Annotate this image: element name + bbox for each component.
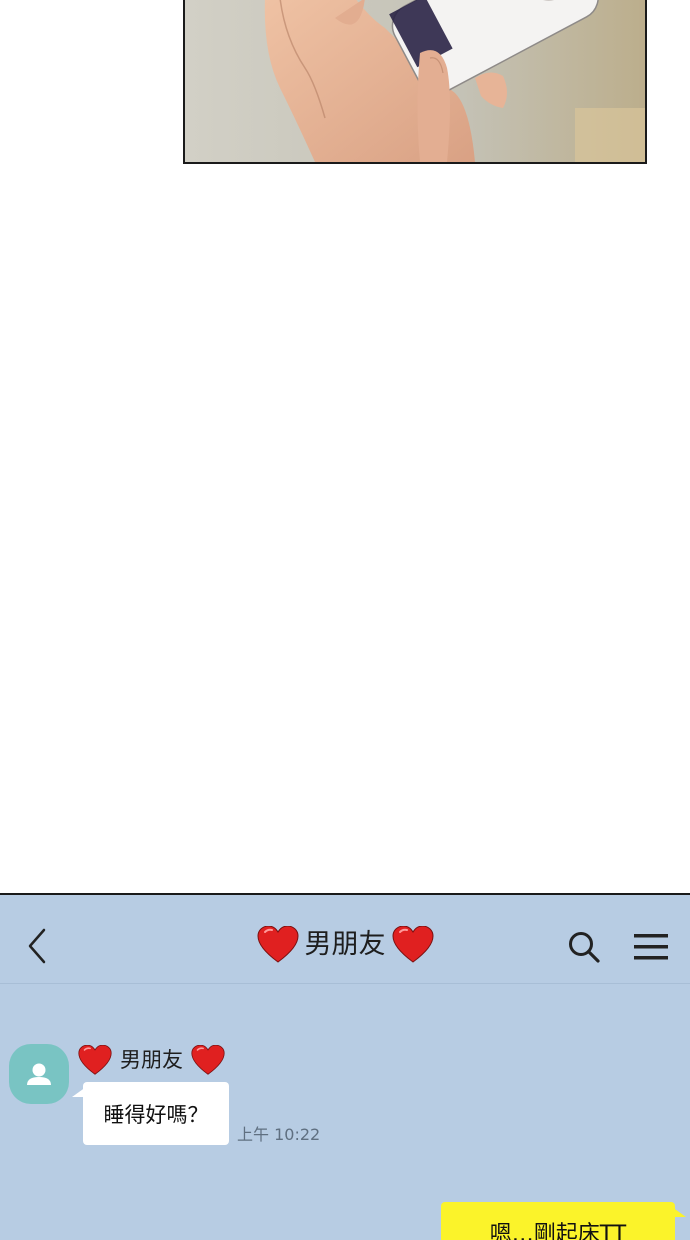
heart-icon <box>391 926 434 963</box>
heart-icon <box>191 1044 225 1075</box>
heart-icon <box>256 926 299 963</box>
search-icon[interactable] <box>566 929 602 965</box>
message-timestamp: 上午 10:22 <box>237 1125 321 1144</box>
comic-panel <box>183 0 647 164</box>
menu-icon[interactable] <box>632 931 670 963</box>
avatar[interactable] <box>9 1044 69 1104</box>
chat-header: 男朋友 <box>0 895 690 984</box>
chat-screen: 男朋友 男朋友 睡得好嗎？ 上午 10:22 嗯…剛起床TT <box>0 893 690 1240</box>
hand-holding-phone-illustration <box>185 0 645 162</box>
chat-title-text: 男朋友 <box>304 929 386 960</box>
comic-page: 男朋友 男朋友 睡得好嗎？ 上午 10:22 嗯…剛起床TT <box>0 0 690 1240</box>
outgoing-message-text: 嗯…剛起床TT <box>489 1222 627 1240</box>
outgoing-message-bubble[interactable]: 嗯…剛起床TT <box>441 1202 675 1240</box>
person-icon <box>27 1063 51 1085</box>
sender-name: 男朋友 <box>120 1048 183 1072</box>
incoming-message-text: 睡得好嗎？ <box>103 1102 209 1127</box>
sender-name-row: 男朋友 <box>78 1043 225 1077</box>
heart-icon <box>78 1044 112 1075</box>
incoming-message-bubble[interactable]: 睡得好嗎？ <box>83 1082 229 1145</box>
